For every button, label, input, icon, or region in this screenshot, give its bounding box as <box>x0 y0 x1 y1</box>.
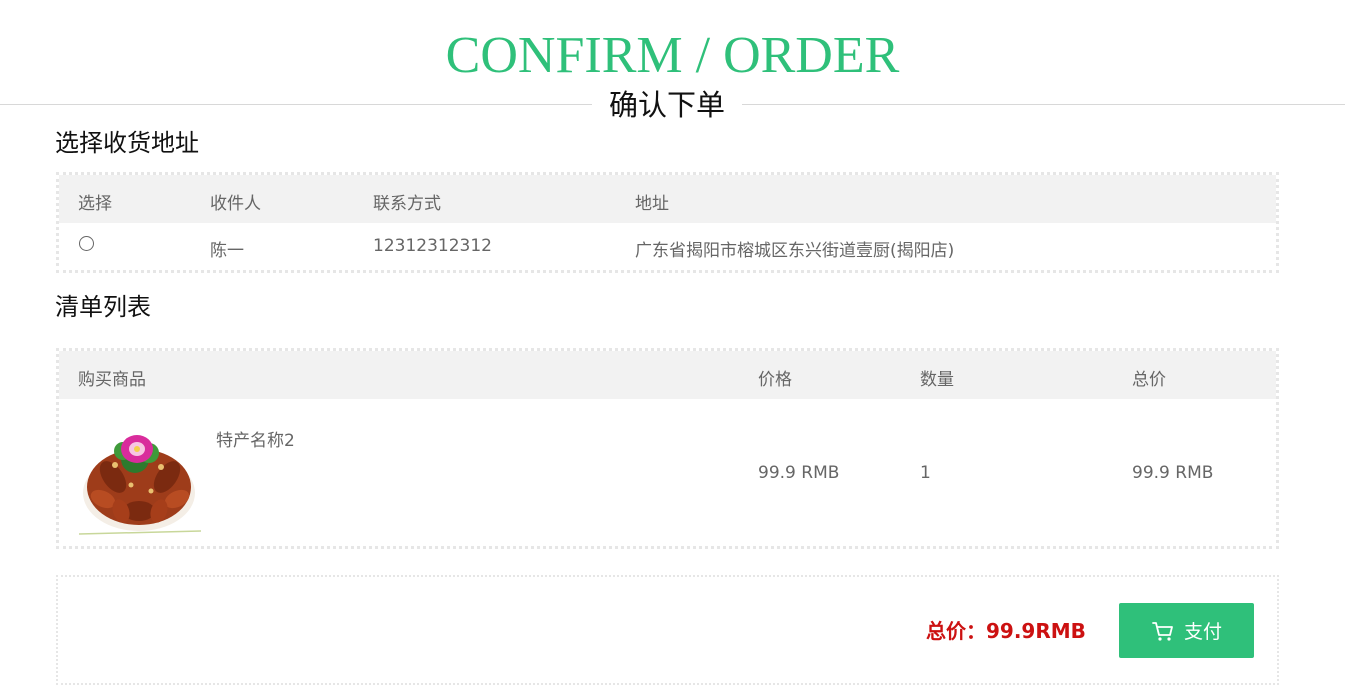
page-subtitle: 确认下单 <box>592 86 742 124</box>
address-radio[interactable] <box>79 236 94 251</box>
cart-table-header: 购买商品 价格 数量 总价 <box>59 351 1276 399</box>
cart-row: 特产名称2 99.9 RMB 1 99.9 RMB <box>59 399 1276 546</box>
cart-section-title: 清单列表 <box>55 293 151 321</box>
header-quantity: 数量 <box>920 370 954 390</box>
product-quantity: 1 <box>920 463 931 483</box>
shopping-cart-icon <box>1152 621 1173 641</box>
product-total: 99.9 RMB <box>1132 463 1214 483</box>
address-row[interactable]: 陈一 12312312312 广东省揭阳市榕城区东兴街道壹厨(揭阳店) <box>59 223 1276 270</box>
header-total: 总价 <box>1132 370 1166 390</box>
header-select: 选择 <box>78 194 112 214</box>
header-contact: 联系方式 <box>373 194 441 214</box>
address-table-header: 选择 收件人 联系方式 地址 <box>59 175 1276 223</box>
pay-button[interactable]: 支付 <box>1119 603 1254 658</box>
order-total: 总价：99.9RMB <box>926 619 1086 643</box>
cart-table: 购买商品 价格 数量 总价 特产名称2 99.9 RMB 1 99.9 RMB <box>56 348 1279 549</box>
product-image[interactable] <box>77 407 203 535</box>
product-price: 99.9 RMB <box>758 463 840 483</box>
header-product: 购买商品 <box>78 370 146 390</box>
pay-label: 支付 <box>1183 621 1222 643</box>
address-section-title: 选择收货地址 <box>55 129 199 157</box>
header-recipient: 收件人 <box>210 194 261 214</box>
header-price: 价格 <box>758 370 792 390</box>
address-table: 选择 收件人 联系方式 地址 陈一 12312312312 广东省揭阳市榕城区东… <box>56 172 1279 273</box>
braised-food-dish-image <box>78 435 202 535</box>
recipient-phone: 12312312312 <box>373 236 492 256</box>
recipient-name: 陈一 <box>210 241 244 261</box>
recipient-address: 广东省揭阳市榕城区东兴街道壹厨(揭阳店) <box>635 241 955 261</box>
page-title: CONFIRM / ORDER <box>445 27 900 84</box>
product-name[interactable]: 特产名称2 <box>216 426 295 451</box>
header-address: 地址 <box>635 194 669 214</box>
order-summary: 总价：99.9RMB 支付 <box>56 575 1279 685</box>
